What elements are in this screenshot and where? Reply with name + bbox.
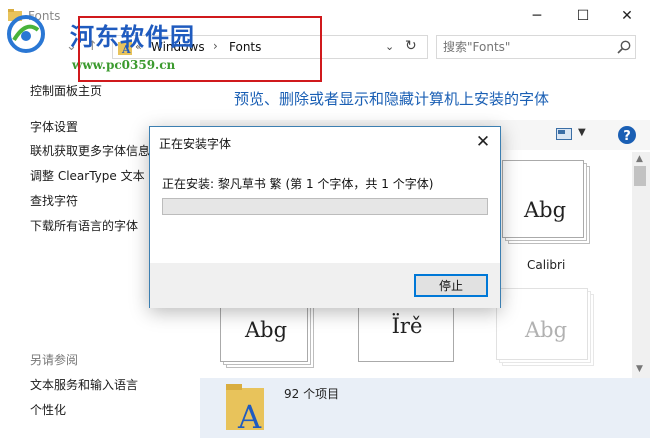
font-sample: Ïrě (391, 314, 423, 338)
details-pane: A 92 个项目 (200, 378, 650, 438)
font-tile-calibri[interactable]: Abg (502, 160, 596, 246)
stop-button[interactable]: 停止 (414, 274, 488, 297)
search-input[interactable] (443, 39, 611, 55)
control-panel-home-link[interactable]: 控制面板主页 (30, 82, 102, 99)
font-tile[interactable]: Abg (220, 300, 320, 368)
dropdown-history-icon[interactable]: ⌄ (66, 39, 77, 54)
maximize-button[interactable]: ☐ (560, 0, 606, 31)
fonts-folder-large-icon: A (226, 384, 264, 432)
see-also-heading: 另请参阅 (30, 353, 79, 367)
dialog-close-button[interactable]: ✕ (468, 128, 498, 156)
download-all-fonts-link[interactable]: 下载所有语言的字体 (30, 217, 138, 234)
font-settings-link[interactable]: 字体设置 (30, 118, 78, 135)
page-heading: 预览、删除或者显示和隐藏计算机上安装的字体 (234, 90, 550, 108)
install-status-text: 正在安装: 黎凡草书 繁 (第 1 个字体，共 1 个字体) (162, 177, 434, 191)
close-window-button[interactable]: ✕ (604, 0, 650, 31)
address-dropdown-icon[interactable]: ⌄ (385, 40, 394, 53)
search-icon[interactable] (617, 40, 631, 54)
installing-fonts-dialog: 正在安装字体 ✕ 正在安装: 黎凡草书 繁 (第 1 个字体，共 1 个字体) … (149, 126, 501, 308)
font-tile[interactable]: Ïrě (358, 300, 456, 366)
scroll-down-icon[interactable]: ▼ (636, 364, 643, 374)
text-services-link[interactable]: 文本服务和输入语言 (30, 376, 138, 393)
find-character-link[interactable]: 查找字符 (30, 192, 78, 209)
minimize-button[interactable]: ─ (514, 0, 560, 31)
font-sample: Abg (523, 198, 567, 222)
fonts-folder-icon (8, 9, 22, 21)
vertical-scrollbar[interactable]: ▲ ▼ (632, 152, 650, 378)
scrollbar-thumb[interactable] (634, 166, 646, 186)
adjust-cleartype-link[interactable]: 调整 ClearType 文本 (30, 167, 145, 184)
item-count: 92 个项目 (284, 387, 340, 401)
get-more-fonts-online-link[interactable]: 联机获取更多字体信息 (30, 142, 150, 159)
refresh-icon[interactable]: ↻ (405, 38, 417, 54)
view-dropdown-icon[interactable]: ▼ (578, 127, 586, 138)
help-icon[interactable]: ? (617, 125, 637, 145)
font-tile-hidden[interactable]: Abg (496, 288, 600, 368)
personalization-link[interactable]: 个性化 (30, 401, 66, 418)
dialog-title: 正在安装字体 (159, 137, 232, 151)
svg-text:A: A (237, 398, 262, 432)
search-box[interactable] (436, 35, 636, 59)
font-name-calibri: Calibri (527, 258, 566, 272)
scroll-up-icon[interactable]: ▲ (636, 154, 643, 164)
svg-text:?: ? (623, 129, 631, 144)
window-title: Fonts (28, 9, 61, 23)
font-sample: Abg (524, 318, 568, 342)
view-options-icon[interactable] (556, 128, 572, 140)
font-sample: Abg (244, 318, 288, 342)
install-progress-bar (162, 198, 488, 215)
